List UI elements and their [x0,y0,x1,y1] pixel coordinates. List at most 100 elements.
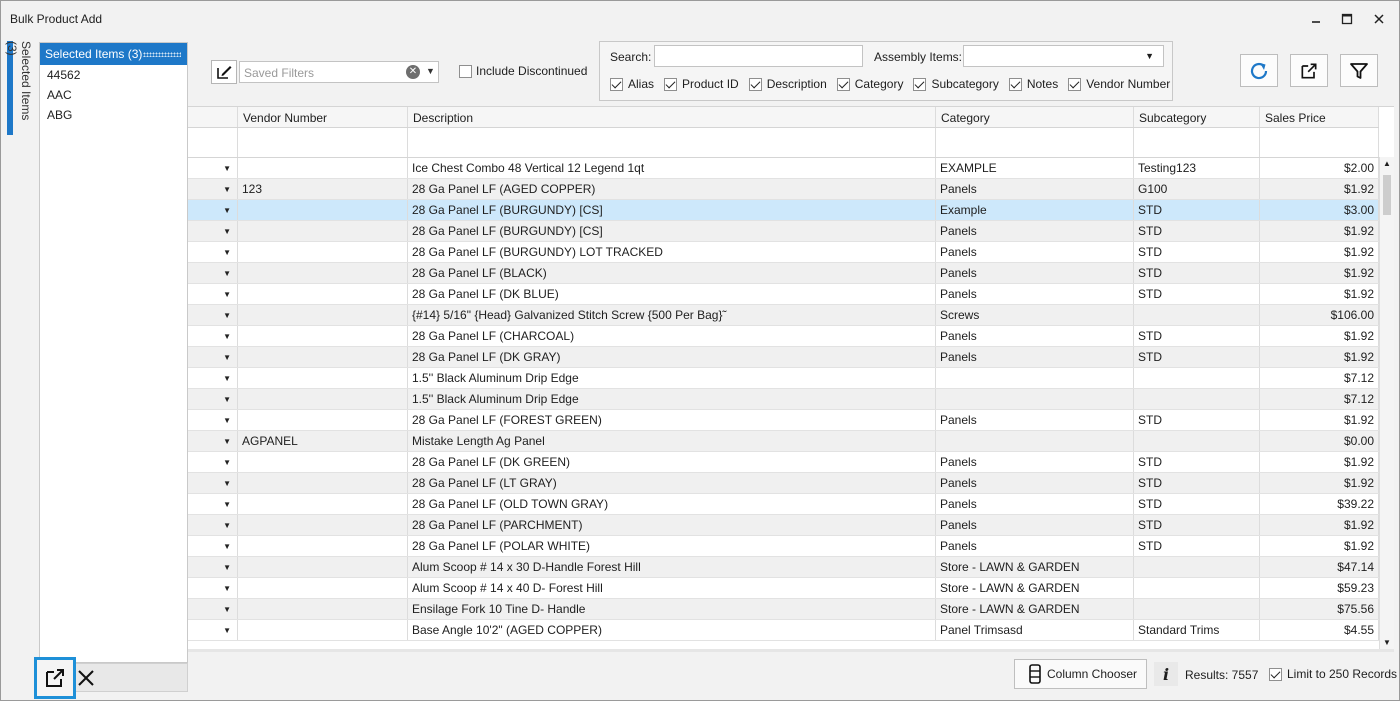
cell-vendor-number[interactable] [238,221,408,241]
cell-sales-price[interactable]: $1.92 [1260,515,1379,535]
filter-description[interactable]: Description [748,77,827,91]
cell-description[interactable]: 28 Ga Panel LF (DK GREEN) [408,452,936,472]
filter-cell-vendor-number[interactable] [238,128,408,157]
include-discontinued-checkbox[interactable]: Include Discontinued [459,64,587,78]
checkbox[interactable] [610,77,623,91]
row-dropdown-icon[interactable]: ▼ [223,374,231,383]
cell-description[interactable]: 28 Ga Panel LF (FOREST GREEN) [408,410,936,430]
include-discontinued-box[interactable] [459,64,472,78]
cell-sales-price[interactable]: $75.56 [1260,599,1379,619]
cell-sales-price[interactable]: $1.92 [1260,536,1379,556]
row-dropdown-icon[interactable]: ▼ [223,626,231,635]
cell-description[interactable]: 28 Ga Panel LF (BURGUNDY) LOT TRACKED [408,242,936,262]
cell-subcategory[interactable]: STD [1134,494,1260,514]
row-dropdown-icon[interactable]: ▼ [223,479,231,488]
cell-description[interactable]: Alum Scoop # 14 x 30 D-Handle Forest Hil… [408,557,936,577]
column-chooser-button[interactable]: Column Chooser [1014,659,1147,689]
cell-sales-price[interactable]: $1.92 [1260,326,1379,346]
cell-vendor-number[interactable] [238,452,408,472]
cell-description[interactable]: 28 Ga Panel LF (PARCHMENT) [408,515,936,535]
row-expand-cell[interactable]: ▼ [188,158,238,178]
cell-sales-price[interactable]: $1.92 [1260,263,1379,283]
cell-sales-price[interactable]: $1.92 [1260,410,1379,430]
cell-subcategory[interactable] [1134,368,1260,388]
cell-sales-price[interactable]: $1.92 [1260,452,1379,472]
row-expand-cell[interactable]: ▼ [188,536,238,556]
row-dropdown-icon[interactable]: ▼ [223,185,231,194]
cell-sales-price[interactable]: $1.92 [1260,473,1379,493]
cell-subcategory[interactable] [1134,431,1260,451]
row-expand-cell[interactable]: ▼ [188,473,238,493]
cell-vendor-number[interactable] [238,473,408,493]
cell-subcategory[interactable]: STD [1134,221,1260,241]
cell-description[interactable]: 28 Ga Panel LF (POLAR WHITE) [408,536,936,556]
row-dropdown-icon[interactable]: ▼ [223,416,231,425]
close-button[interactable] [1367,7,1391,31]
cell-category[interactable]: Panels [936,179,1134,199]
table-row[interactable]: ▼ 28 Ga Panel LF (DK BLUE) Panels STD $1.92 [188,284,1379,305]
cell-vendor-number[interactable] [238,305,408,325]
cell-description[interactable]: Base Angle 10'2" (AGED COPPER) [408,620,936,640]
filter-button[interactable] [1340,54,1378,87]
cell-description[interactable]: Alum Scoop # 14 x 40 D- Forest Hill [408,578,936,598]
cell-category[interactable] [936,368,1134,388]
selected-item[interactable]: 44562 [40,65,187,85]
cell-subcategory[interactable]: G100 [1134,179,1260,199]
horizontal-scrollbar[interactable] [188,649,1394,652]
cell-subcategory[interactable] [1134,578,1260,598]
cell-subcategory[interactable]: STD [1134,347,1260,367]
scroll-thumb[interactable] [1383,175,1391,215]
column-header-sales-price[interactable]: Sales Price [1260,107,1379,127]
edit-filter-button[interactable] [211,60,237,84]
maximize-button[interactable] [1335,7,1359,31]
search-input[interactable] [654,45,863,67]
cell-category[interactable]: EXAMPLE [936,158,1134,178]
checkbox[interactable] [664,77,678,91]
cell-subcategory[interactable] [1134,389,1260,409]
row-expand-cell[interactable]: ▼ [188,284,238,304]
table-row[interactable]: ▼ 28 Ga Panel LF (BURGUNDY) [CS] Example ST… [188,200,1379,221]
row-dropdown-icon[interactable]: ▼ [223,332,231,341]
filter-cell-sales-price[interactable] [1260,128,1379,157]
open-external-button[interactable] [34,657,76,699]
selected-items-side-tab[interactable]: Selected Items (3) [5,41,33,135]
cell-sales-price[interactable]: $1.92 [1260,221,1379,241]
row-expand-cell[interactable]: ▼ [188,431,238,451]
filter-cell-description[interactable] [408,128,936,157]
cell-vendor-number[interactable] [238,158,408,178]
cell-sales-price[interactable]: $2.00 [1260,158,1379,178]
clear-selection-button[interactable] [74,664,98,692]
cell-description[interactable]: Mistake Length Ag Panel [408,431,936,451]
selected-item[interactable]: AAC [40,85,187,105]
cell-description[interactable]: 28 Ga Panel LF (BURGUNDY) [CS] [408,200,936,220]
cell-vendor-number[interactable] [238,389,408,409]
cell-category[interactable]: Panels [936,515,1134,535]
table-row[interactable]: ▼ Ensilage Fork 10 Tine D- Handle Store - … [188,599,1379,620]
cell-description[interactable]: 1.5'' Black Aluminum Drip Edge [408,368,936,388]
cell-vendor-number[interactable]: AGPANEL [238,431,408,451]
cell-vendor-number[interactable] [238,620,408,640]
cell-subcategory[interactable]: STD [1134,263,1260,283]
open-external-toolbar-button[interactable] [1290,54,1328,87]
cell-subcategory[interactable]: Testing123 [1134,158,1260,178]
scroll-up-icon[interactable]: ▲ [1383,159,1391,168]
table-row[interactable]: ▼ 1.5'' Black Aluminum Drip Edge $7.12 [188,368,1379,389]
table-row[interactable]: ▼ 28 Ga Panel LF (FOREST GREEN) Panels STD $… [188,410,1379,431]
cell-sales-price[interactable]: $106.00 [1260,305,1379,325]
filter-cell-subcategory[interactable] [1134,128,1260,157]
selected-item[interactable]: ABG [40,105,187,125]
refresh-button[interactable] [1240,54,1278,87]
table-row[interactable]: ▼ 123 28 Ga Panel LF (AGED COPPER) Panels G1… [188,179,1379,200]
cell-vendor-number[interactable] [238,536,408,556]
row-dropdown-icon[interactable]: ▼ [223,164,231,173]
cell-category[interactable]: Screws [936,305,1134,325]
cell-description[interactable]: 28 Ga Panel LF (AGED COPPER) [408,179,936,199]
cell-sales-price[interactable]: $1.92 [1260,179,1379,199]
table-row[interactable]: ▼ {#14} 5/16" {Head} Galvanized Stitch Sc… [188,305,1379,326]
row-dropdown-icon[interactable]: ▼ [223,248,231,257]
filter-notes[interactable]: Notes [1008,77,1058,91]
row-expand-cell[interactable]: ▼ [188,620,238,640]
cell-description[interactable]: 28 Ga Panel LF (DK BLUE) [408,284,936,304]
cell-subcategory[interactable]: STD [1134,452,1260,472]
cell-description[interactable]: 28 Ga Panel LF (CHARCOAL) [408,326,936,346]
